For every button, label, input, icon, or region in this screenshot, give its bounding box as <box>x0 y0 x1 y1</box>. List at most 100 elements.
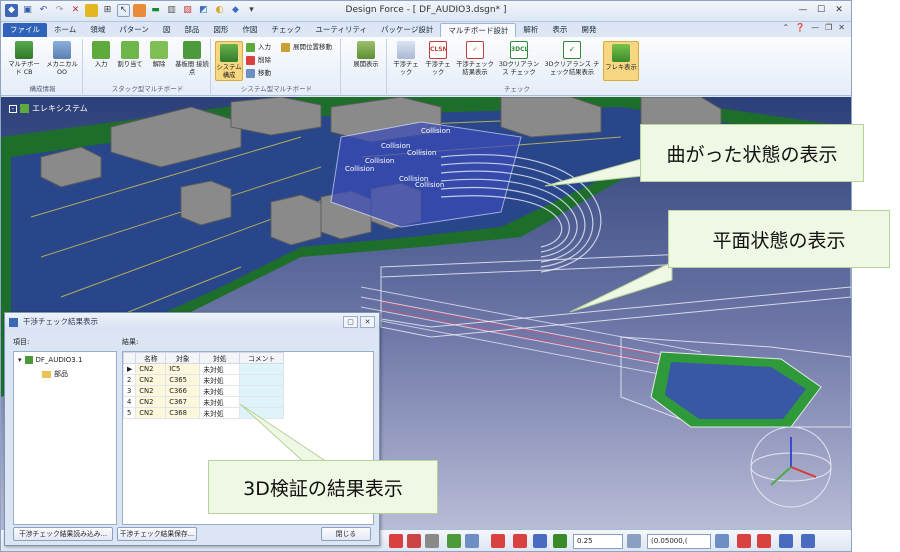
multiboard-cb-button[interactable]: マルチボード CB <box>7 41 41 77</box>
clash-check-button[interactable]: CLSN 干渉チェック <box>423 41 453 77</box>
table-row[interactable]: 2 CN2 C365 未対処 <box>122 374 285 386</box>
tab-analysis[interactable]: 解析 <box>516 23 545 37</box>
help-icon[interactable]: ❓ <box>795 23 805 32</box>
tab-home[interactable]: ホーム <box>47 23 83 37</box>
column-header[interactable]: 対象 <box>165 352 201 364</box>
tree-node-parts[interactable]: 部品 <box>42 369 68 379</box>
tab-file[interactable]: ファイル <box>3 23 47 37</box>
tool-icon[interactable] <box>447 534 461 548</box>
save-results-button[interactable]: 干渉チェック結果保存... <box>117 527 197 541</box>
tab-view[interactable]: 表示 <box>545 23 574 37</box>
tool-icon[interactable] <box>389 534 403 548</box>
tool-icon[interactable] <box>801 534 815 548</box>
tab-package[interactable]: パッケージ設計 <box>374 23 440 37</box>
table-row[interactable]: 3 CN2 C366 未対処 <box>122 385 285 397</box>
tab-drawing[interactable]: 作図 <box>235 23 264 37</box>
flex-display-icon <box>612 44 630 62</box>
tab-multiboard[interactable]: マルチボード設計 <box>440 23 517 37</box>
board-connect-button[interactable]: 基板間 接続点 <box>175 41 209 77</box>
column-header[interactable]: 名称 <box>135 352 167 364</box>
system-move-button[interactable]: 移動 <box>246 68 271 79</box>
tool-icon[interactable] <box>715 534 729 548</box>
tab-area[interactable]: 領域 <box>83 23 112 37</box>
cell-action[interactable]: 未対処 <box>199 385 241 397</box>
assign-button[interactable]: 割り当て <box>116 41 144 69</box>
tool-icon[interactable] <box>465 534 479 548</box>
collision-label: Collision <box>407 149 437 157</box>
tab-shape[interactable]: 図形 <box>206 23 235 37</box>
system-config-button[interactable]: システム 構成 <box>215 41 243 81</box>
clash-result-button[interactable]: ✓ 干渉チェック 結果表示 <box>455 41 495 77</box>
tab-parts[interactable]: 部品 <box>177 23 206 37</box>
column-header[interactable]: コメント <box>239 352 285 364</box>
release-button[interactable]: 解除 <box>145 41 173 69</box>
maximize-icon[interactable]: ☐ <box>813 3 829 17</box>
cell-target: C366 <box>165 385 201 397</box>
tab-check[interactable]: チェック <box>264 23 308 37</box>
clearance-result-button[interactable]: ✓ 3Dクリアランス チェック結果表示 <box>543 41 601 77</box>
tool-icon[interactable] <box>779 534 793 548</box>
clash-check-plain-button[interactable]: 干渉チェック <box>391 41 421 77</box>
tool-icon[interactable] <box>407 534 421 548</box>
minimize-icon[interactable]: — <box>795 3 811 17</box>
group-expand-display: 展開表示 <box>343 39 387 94</box>
load-results-button[interactable]: 干渉チェック結果読み込み... <box>13 527 113 541</box>
coordinate-combo[interactable]: (0.05000,( <box>647 534 711 549</box>
expand-display-label: 展開表示 <box>353 61 379 68</box>
tab-pattern[interactable]: パターン <box>112 23 156 37</box>
ribbon-collapse-icon[interactable]: ⌃ <box>782 23 789 32</box>
expand-move-button[interactable]: 展開位置移動 <box>281 42 332 53</box>
tree-node-root[interactable]: ▾ DF_AUDIO3.1 <box>18 356 82 364</box>
tool-icon[interactable] <box>491 534 505 548</box>
expand-display-button[interactable]: 展開表示 <box>349 41 383 69</box>
expand-icon[interactable]: - <box>9 104 17 113</box>
cell-action[interactable]: 未対処 <box>199 396 241 408</box>
scene-root-label[interactable]: - エレキシステム <box>9 103 88 114</box>
callout-flat-state: 平面状態の表示 <box>668 210 890 268</box>
cell-action[interactable]: 未対処 <box>199 374 241 386</box>
collision-label: Collision <box>365 157 395 165</box>
tool-icon[interactable] <box>627 534 641 548</box>
cell-comment[interactable] <box>239 374 285 386</box>
close-dialog-button[interactable]: 閉じる <box>321 527 371 541</box>
mechanical-label: メカニカル OO <box>46 61 78 76</box>
clearance-check-button[interactable]: 3DCL 3Dクリアランス チェック <box>497 41 541 77</box>
system-delete-button[interactable]: 削除 <box>246 55 271 66</box>
tool-icon[interactable] <box>737 534 751 548</box>
grid-size-combo[interactable]: 0.25 <box>573 534 623 549</box>
dialog-restore-icon[interactable]: ▢ <box>343 316 358 328</box>
restore-doc-icon[interactable]: ❐ <box>825 23 832 32</box>
tree-expand-icon[interactable]: ▾ <box>18 356 22 364</box>
system-input-button[interactable]: 入力 <box>246 42 271 53</box>
flex-display-button[interactable]: フレキ表示 <box>603 41 639 81</box>
window-title: Design Force - [ DF_AUDIO3.dsgn* ] <box>345 5 507 15</box>
tab-figure[interactable]: 図 <box>156 23 178 37</box>
tool-icon[interactable] <box>425 534 439 548</box>
close-doc-icon[interactable]: ✕ <box>838 23 845 32</box>
table-row[interactable]: 5 CN2 C368 未対処 <box>122 407 285 419</box>
table-row[interactable]: 4 CN2 C367 未対処 <box>122 396 285 408</box>
tool-icon[interactable] <box>553 534 567 548</box>
close-icon[interactable]: ✕ <box>831 3 847 17</box>
stack-input-button[interactable]: 入力 <box>87 41 115 69</box>
tab-develop[interactable]: 開発 <box>574 23 603 37</box>
tool-icon[interactable] <box>533 534 547 548</box>
tool-icon[interactable] <box>513 534 527 548</box>
table-row[interactable]: ▶ CN2 IC5 未対処 <box>122 363 285 375</box>
cell-comment[interactable] <box>239 363 285 375</box>
tool-icon[interactable] <box>757 534 771 548</box>
cell-action[interactable]: 未対処 <box>199 407 241 419</box>
cell-name: CN2 <box>135 363 167 375</box>
cell-comment[interactable] <box>239 385 285 397</box>
item-tree[interactable]: ▾ DF_AUDIO3.1 部品 <box>13 351 117 525</box>
cell-comment[interactable] <box>239 407 285 419</box>
cell-comment[interactable] <box>239 396 285 408</box>
cell-target: C365 <box>165 374 201 386</box>
dialog-close-icon[interactable]: ✕ <box>360 316 375 328</box>
column-header[interactable]: 対処 <box>199 352 241 364</box>
tab-utility[interactable]: ユーティリティ <box>308 23 374 37</box>
minimize-doc-icon[interactable]: — <box>811 23 819 32</box>
axis-gizmo <box>750 426 832 508</box>
cell-action[interactable]: 未対処 <box>199 363 241 375</box>
mechanical-button[interactable]: メカニカル OO <box>45 41 79 77</box>
